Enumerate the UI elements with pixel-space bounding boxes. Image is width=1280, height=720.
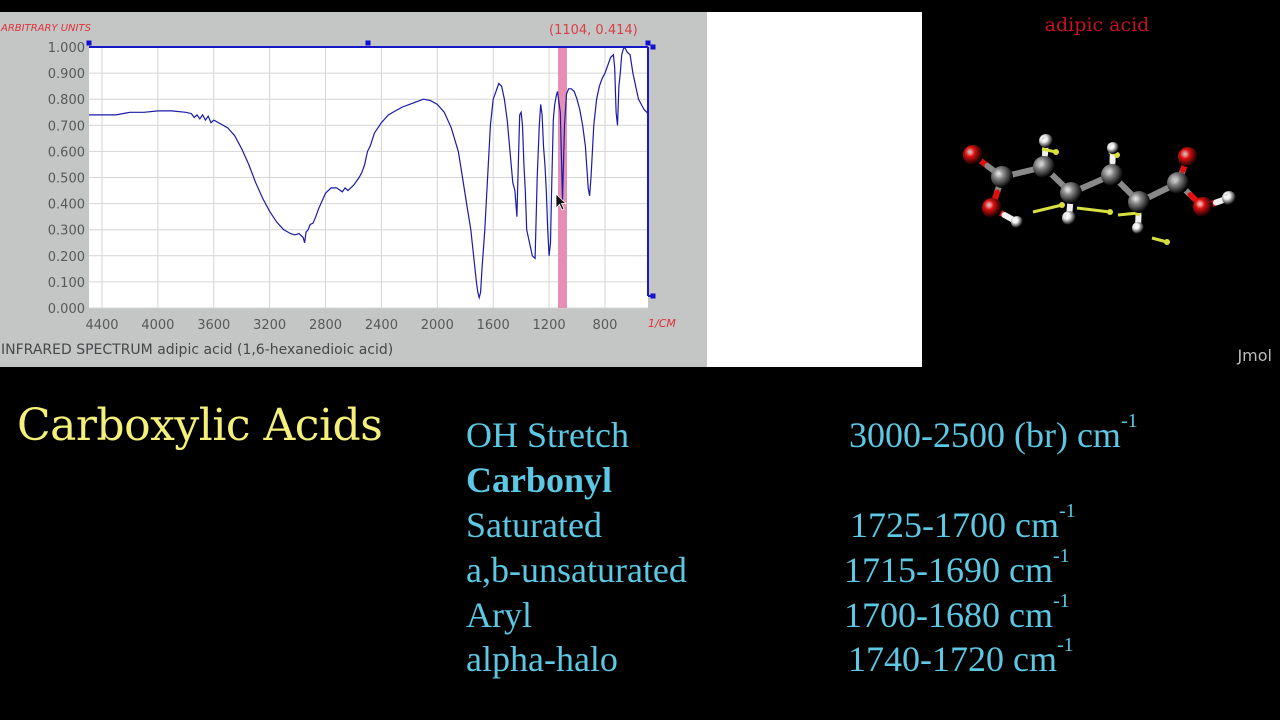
resize-handle[interactable] xyxy=(86,40,92,46)
blank-panel xyxy=(707,12,922,367)
ir-row-range: 1740-1720 cm-1 xyxy=(848,634,1074,680)
y-tick-label: 0.300 xyxy=(48,224,85,239)
ir-range-text: 1740-1720 cm xyxy=(848,639,1057,679)
x-axis-ticks: 4400 4000 3600 3200 2800 2400 2000 1600 1200 800 xyxy=(85,318,617,333)
y-units-label: ARBITRARY UNITS xyxy=(0,23,92,34)
x-tick-label: 2000 xyxy=(421,318,454,333)
cursor-readout: (1104, 0.414) xyxy=(549,23,638,38)
x-tick-label: 4400 xyxy=(85,318,118,333)
carbon-atom xyxy=(1033,156,1055,178)
hydrogen-atom xyxy=(1132,222,1144,234)
ir-row-range: 1700-1680 cm-1 xyxy=(844,590,1070,636)
spectrum-plot[interactable]: ARBITRARY UNITS (1104, 0.414) 1/CM 0.000… xyxy=(0,12,707,367)
ir-row-label: Saturated xyxy=(466,505,602,545)
x-tick-label: 800 xyxy=(593,318,618,333)
x-units-label: 1/CM xyxy=(648,317,676,330)
y-tick-label: 0.200 xyxy=(48,250,85,265)
carbon-atom xyxy=(1060,182,1082,204)
hydrogen-atom xyxy=(1039,134,1053,148)
ir-row: a,b-unsaturated 1715-1690 cm-1 xyxy=(466,545,1070,591)
ir-row-label: alpha-halo xyxy=(466,639,618,679)
ir-row: Saturated 1725-1700 cm-1 xyxy=(466,500,1076,546)
vibration-arrowhead xyxy=(1059,202,1065,208)
ir-row-label: a,b-unsaturated xyxy=(466,550,687,590)
ir-range-text: 3000-2500 (br) cm xyxy=(849,415,1121,455)
oxygen-atom xyxy=(1193,197,1213,217)
ir-range-exponent: -1 xyxy=(1120,410,1138,432)
resize-handle[interactable] xyxy=(650,44,656,50)
ir-row-range: 1725-1700 cm-1 xyxy=(850,500,1076,546)
x-tick-label: 2400 xyxy=(365,318,398,333)
ir-range-exponent: -1 xyxy=(1056,634,1074,656)
vibration-vector xyxy=(1117,211,1139,217)
hydrogen-atom xyxy=(1011,216,1023,228)
y-tick-label: 0.800 xyxy=(48,93,85,108)
y-tick-label: 0.400 xyxy=(48,198,85,213)
x-tick-label: 2800 xyxy=(309,318,342,333)
resize-handle[interactable] xyxy=(645,40,651,46)
hydrogen-atom xyxy=(1107,142,1119,154)
oxygen-atom xyxy=(1178,147,1198,167)
vibration-arrowhead xyxy=(1107,209,1113,215)
jmol-viewer[interactable]: adipic acid Jmol xyxy=(922,0,1280,370)
ir-range-text: 1725-1700 cm xyxy=(850,505,1059,545)
vibration-vector xyxy=(1032,203,1063,214)
oxygen-atom xyxy=(982,198,1002,218)
molecule-3d-model[interactable] xyxy=(922,0,1280,370)
x-tick-label: 1200 xyxy=(533,318,566,333)
ir-row-range: 3000-2500 (br) cm-1 xyxy=(849,410,1138,456)
vibration-arrowhead xyxy=(1053,149,1059,155)
y-axis-ticks: 0.000 0.100 0.200 0.300 0.400 0.500 0.600 0.700… xyxy=(48,41,85,317)
oxygen-atom xyxy=(963,145,983,165)
ir-range-exponent: -1 xyxy=(1058,500,1076,522)
ir-row: alpha-halo 1740-1720 cm-1 xyxy=(466,634,1074,680)
ir-row: OH Stretch 3000-2500 (br) cm-1 xyxy=(466,410,1138,456)
ir-spectrum-viewer[interactable]: ARBITRARY UNITS (1104, 0.414) 1/CM 0.000… xyxy=(0,12,707,367)
ir-row: Carbonyl xyxy=(466,459,612,501)
y-tick-label: 0.000 xyxy=(48,302,85,317)
carbon-atom xyxy=(1128,191,1150,213)
x-tick-label: 4000 xyxy=(141,318,174,333)
ir-row-label: OH Stretch xyxy=(466,415,629,455)
y-tick-label: 1.000 xyxy=(48,41,85,56)
carbon-atom xyxy=(1101,164,1123,186)
x-tick-label: 3200 xyxy=(253,318,286,333)
ir-range-text: 1700-1680 cm xyxy=(844,595,1053,635)
y-tick-label: 0.500 xyxy=(48,172,85,187)
x-tick-label: 1600 xyxy=(477,318,510,333)
y-tick-label: 0.900 xyxy=(48,67,85,82)
jmol-logo: Jmol xyxy=(1237,346,1272,365)
y-tick-label: 0.700 xyxy=(48,119,85,134)
resize-handle[interactable] xyxy=(365,40,371,46)
ir-row-label: Aryl xyxy=(466,595,532,635)
ir-row-range: 1715-1690 cm-1 xyxy=(844,545,1070,591)
y-tick-label: 0.600 xyxy=(48,145,85,160)
y-tick-label: 0.100 xyxy=(48,276,85,291)
carbon-atom xyxy=(1167,172,1189,194)
hydrogen-atom xyxy=(1062,211,1076,225)
vibration-arrowhead xyxy=(1164,239,1170,245)
spectrum-caption: INFRARED SPECTRUM adipic acid (1,6-hexan… xyxy=(1,342,394,358)
hydrogen-atom xyxy=(1222,191,1236,205)
ir-row: Aryl 1700-1680 cm-1 xyxy=(466,590,1070,636)
x-tick-label: 3600 xyxy=(197,318,230,333)
ir-range-exponent: -1 xyxy=(1052,590,1070,612)
ir-range-exponent: -1 xyxy=(1052,545,1070,567)
vibration-vector xyxy=(1076,206,1111,214)
slide-title: Carboxylic Acids xyxy=(17,400,383,451)
ir-range-text: 1715-1690 cm xyxy=(844,550,1053,590)
ir-row-label: Carbonyl xyxy=(466,460,613,500)
carbon-atom xyxy=(991,166,1013,188)
